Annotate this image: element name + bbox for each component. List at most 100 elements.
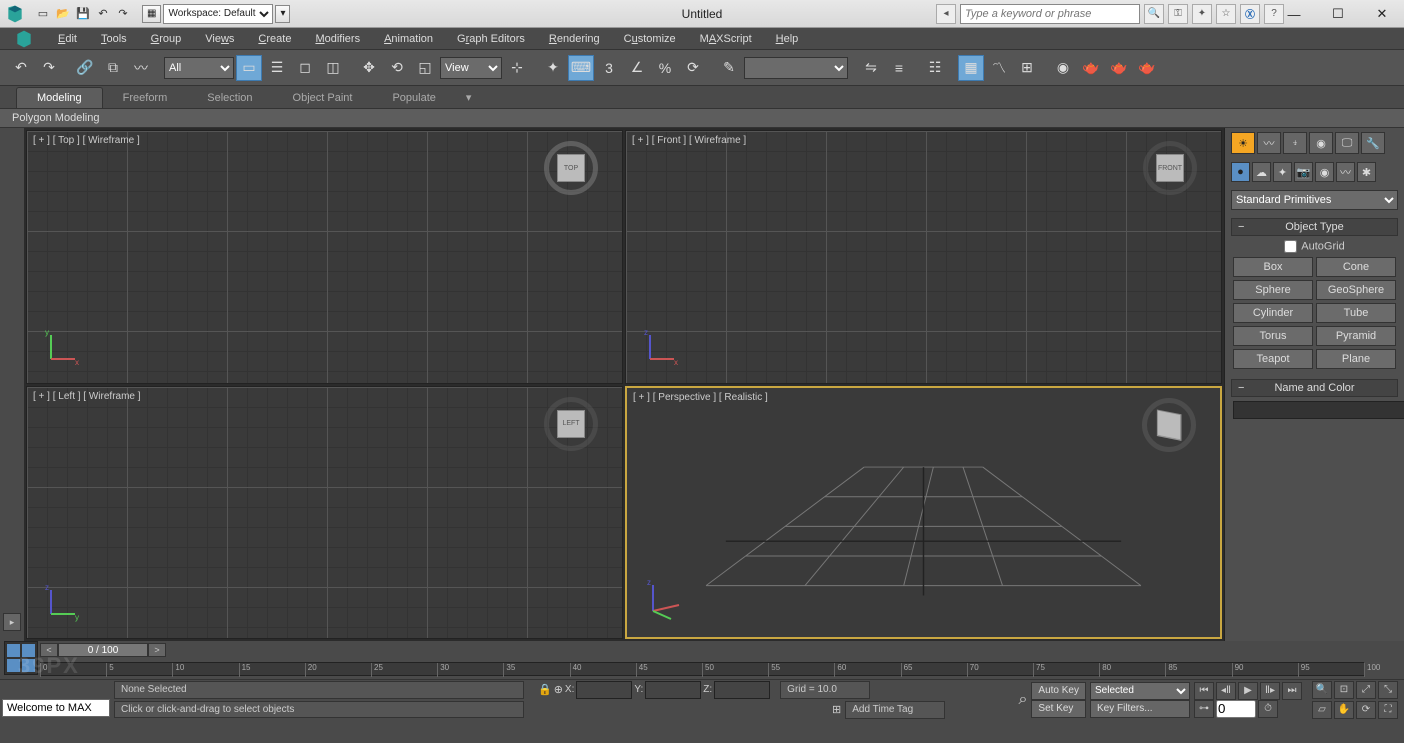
key-filters-target-select[interactable]: Selected	[1090, 682, 1190, 700]
rollout-object-type[interactable]: −Object Type	[1231, 218, 1398, 236]
menu-group[interactable]: Group	[139, 28, 194, 49]
zoom-icon[interactable]: 🔍	[1312, 681, 1332, 699]
menu-rendering[interactable]: Rendering	[537, 28, 612, 49]
viewport-front[interactable]: [ + ] [ Front ] [ Wireframe ] FRONT zx	[625, 130, 1222, 384]
autogrid-checkbox[interactable]: AutoGrid	[1225, 236, 1404, 257]
search-input[interactable]	[960, 4, 1140, 24]
shapes-icon[interactable]: ☁	[1252, 162, 1271, 182]
sign-in-icon[interactable]: ⚿	[1168, 4, 1188, 24]
time-config-icon[interactable]: ⏱	[1258, 700, 1278, 718]
absolute-mode-icon[interactable]: ⊕	[554, 683, 563, 696]
schematic-view-icon[interactable]: ⊞	[1014, 55, 1040, 81]
edit-named-selection-icon[interactable]: ✎	[716, 55, 742, 81]
app-logo-icon[interactable]	[8, 28, 40, 50]
align-icon[interactable]: ≡	[886, 55, 912, 81]
cylinder-button[interactable]: Cylinder	[1233, 303, 1313, 323]
ribbon-tab-freeform[interactable]: Freeform	[103, 88, 188, 108]
mirror-icon[interactable]: ⇋	[858, 55, 884, 81]
ribbon-tab-selection[interactable]: Selection	[187, 88, 272, 108]
viewport-left[interactable]: [ + ] [ Left ] [ Wireframe ] LEFT zy	[26, 386, 623, 640]
search-back-icon[interactable]: ◂	[936, 4, 956, 24]
undo-icon[interactable]: ↶	[94, 5, 112, 23]
key-mode-icon[interactable]: ⌕	[1018, 691, 1027, 709]
viewport-top-label[interactable]: [ + ] [ Top ] [ Wireframe ]	[33, 135, 140, 146]
viewcube-top[interactable]: TOP	[544, 141, 598, 195]
redo-icon[interactable]: ↷	[114, 5, 132, 23]
max-toggle-icon[interactable]: ⛶	[1378, 701, 1398, 719]
rollout-name-color[interactable]: −Name and Color	[1231, 379, 1398, 397]
ribbon-tab-object-paint[interactable]: Object Paint	[273, 88, 373, 108]
viewcube-perspective[interactable]	[1142, 398, 1196, 452]
utilities-tab-icon[interactable]: 🔧	[1361, 132, 1385, 154]
open-icon[interactable]: 📂	[54, 5, 72, 23]
select-object-icon[interactable]: ▭	[236, 55, 262, 81]
workspace-select[interactable]: Workspace: Default	[163, 4, 273, 24]
menu-edit[interactable]: Edit	[46, 28, 89, 49]
prev-frame-icon[interactable]: ◂Ⅱ	[1216, 682, 1236, 700]
tube-button[interactable]: Tube	[1316, 303, 1396, 323]
auto-key-button[interactable]: Auto Key	[1031, 682, 1086, 700]
zoom-all-icon[interactable]: ⊡	[1334, 681, 1354, 699]
menu-maxscript[interactable]: MAXScript	[688, 28, 764, 49]
y-input[interactable]	[645, 681, 701, 699]
maxscript-listener[interactable]: Welcome to MAX	[2, 699, 110, 717]
create-tab-icon[interactable]: ☀	[1231, 132, 1255, 154]
ribbon-tab-modeling[interactable]: Modeling	[16, 87, 103, 108]
render-setup-icon[interactable]: 🫖	[1078, 55, 1104, 81]
torus-button[interactable]: Torus	[1233, 326, 1313, 346]
save-icon[interactable]: 💾	[74, 5, 92, 23]
undo-button[interactable]: ↶	[8, 55, 34, 81]
orbit-icon[interactable]: ⟳	[1356, 701, 1376, 719]
exchange-icon[interactable]: ✦	[1192, 4, 1212, 24]
graphite-toggle-icon[interactable]: ▦	[958, 55, 984, 81]
workspace-dropdown-icon[interactable]: ▾	[275, 5, 290, 23]
key-mode-toggle-icon[interactable]: ⊶	[1194, 700, 1214, 718]
play-icon[interactable]: ▶	[1238, 682, 1258, 700]
modify-tab-icon[interactable]: 〰	[1257, 132, 1281, 154]
maximize-button[interactable]: ☐	[1316, 0, 1360, 28]
viewcube-front[interactable]: FRONT	[1143, 141, 1197, 195]
key-filters-button[interactable]: Key Filters...	[1090, 700, 1190, 718]
select-rotate-icon[interactable]: ⟲	[384, 55, 410, 81]
viewport-left-label[interactable]: [ + ] [ Left ] [ Wireframe ]	[33, 391, 141, 402]
hierarchy-tab-icon[interactable]: ⍖	[1283, 132, 1307, 154]
favorites-icon[interactable]: ☆	[1216, 4, 1236, 24]
category-select[interactable]: Standard Primitives	[1231, 190, 1398, 210]
menu-tools[interactable]: Tools	[89, 28, 139, 49]
frame-indicator[interactable]: 0 / 100	[58, 643, 148, 657]
close-button[interactable]: ✕	[1360, 0, 1404, 28]
redo-button[interactable]: ↷	[36, 55, 62, 81]
app-menu-icon[interactable]	[0, 0, 30, 28]
geometry-icon[interactable]: ●	[1231, 162, 1250, 182]
sphere-button[interactable]: Sphere	[1233, 280, 1313, 300]
zoom-extents-icon[interactable]: ⤢	[1356, 681, 1376, 699]
x-input[interactable]	[576, 681, 632, 699]
pyramid-button[interactable]: Pyramid	[1316, 326, 1396, 346]
viewport-perspective-label[interactable]: [ + ] [ Perspective ] [ Realistic ]	[633, 392, 768, 403]
menu-views[interactable]: Views	[193, 28, 246, 49]
set-key-button[interactable]: Set Key	[1031, 700, 1086, 718]
render-production-icon[interactable]: 🫖	[1134, 55, 1160, 81]
ribbon-tab-populate[interactable]: Populate	[372, 88, 455, 108]
curve-editor-icon[interactable]: 〽	[986, 55, 1012, 81]
minimize-button[interactable]: —	[1272, 0, 1316, 28]
next-frame-icon[interactable]: Ⅱ▸	[1260, 682, 1280, 700]
left-expand-icon[interactable]: ▸	[3, 613, 21, 631]
pan-icon[interactable]: ✋	[1334, 701, 1354, 719]
selection-filter-select[interactable]: All	[164, 57, 234, 79]
snaps-toggle-icon[interactable]: 3	[596, 55, 622, 81]
percent-snap-icon[interactable]: %	[652, 55, 678, 81]
rendered-frame-icon[interactable]: 🫖	[1106, 55, 1132, 81]
teapot-button[interactable]: Teapot	[1233, 349, 1313, 369]
bind-space-warp-icon[interactable]: 〰	[128, 55, 154, 81]
viewport-front-label[interactable]: [ + ] [ Front ] [ Wireframe ]	[632, 135, 746, 146]
timeline[interactable]: 0510152025303540455055606570758085909510…	[0, 659, 1404, 679]
goto-start-icon[interactable]: ⏮	[1194, 682, 1214, 700]
use-pivot-center-icon[interactable]: ⊹	[504, 55, 530, 81]
time-tag-icon[interactable]: ⊞	[832, 703, 841, 716]
unlink-icon[interactable]: ⧉	[100, 55, 126, 81]
geosphere-button[interactable]: GeoSphere	[1316, 280, 1396, 300]
layers-icon[interactable]: ☷	[922, 55, 948, 81]
z-input[interactable]	[714, 681, 770, 699]
lights-icon[interactable]: ✦	[1273, 162, 1292, 182]
